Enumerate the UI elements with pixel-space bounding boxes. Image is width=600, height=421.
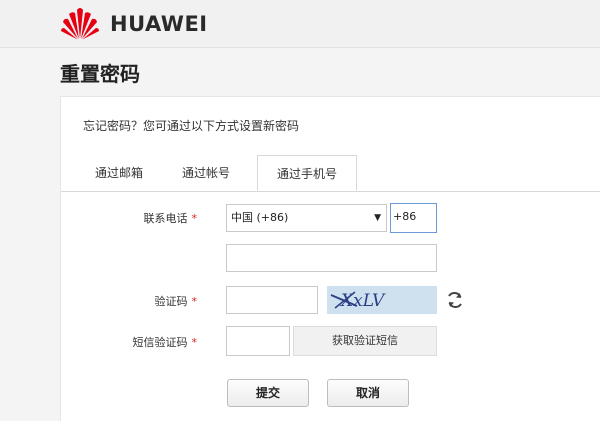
cancel-button[interactable]: 取消: [327, 379, 409, 407]
required-mark: *: [191, 336, 198, 349]
brand-name: HUAWEI: [110, 12, 208, 36]
huawei-logo-icon[interactable]: [60, 6, 100, 42]
chevron-down-icon: ▼: [374, 213, 381, 223]
sms-code-label-text: 短信验证码: [132, 336, 188, 349]
sms-code-input[interactable]: [226, 326, 290, 356]
captcha-input[interactable]: [226, 286, 318, 314]
phone-number-input[interactable]: [226, 244, 437, 272]
captcha-label: 验证码 *: [77, 293, 198, 309]
phone-label: 联系电话 *: [77, 210, 198, 226]
submit-button[interactable]: 提交: [227, 379, 309, 407]
tab-account[interactable]: 通过帐号: [166, 155, 246, 191]
captcha-noise: XxLV: [330, 291, 386, 311]
country-select[interactable]: 中国 (+86) ▼: [226, 204, 387, 232]
page-title: 重置密码: [60, 62, 140, 86]
tab-phone[interactable]: 通过手机号: [257, 155, 357, 191]
captcha-image[interactable]: XxLV: [327, 286, 437, 314]
top-header: HUAWEI: [0, 0, 600, 48]
instructions-text: 忘记密码？您可通过以下方式设置新密码: [83, 119, 300, 133]
required-mark: *: [191, 212, 198, 225]
country-select-value: 中国 (+86): [231, 211, 289, 224]
country-code-input[interactable]: +86: [390, 203, 437, 233]
reset-password-panel: 忘记密码？您可通过以下方式设置新密码 通过邮箱 通过帐号 通过手机号 联系电话 *…: [60, 96, 600, 421]
required-mark: *: [191, 295, 198, 308]
sms-code-label: 短信验证码 *: [77, 334, 198, 350]
refresh-icon[interactable]: [445, 290, 465, 310]
phone-label-text: 联系电话: [143, 212, 188, 225]
get-sms-button[interactable]: 获取验证短信: [293, 326, 437, 356]
method-tabs: 通过邮箱 通过帐号 通过手机号: [61, 155, 600, 192]
captcha-label-text: 验证码: [154, 295, 188, 308]
captcha-text: XxLV: [339, 291, 386, 311]
tab-email[interactable]: 通过邮箱: [79, 155, 159, 191]
